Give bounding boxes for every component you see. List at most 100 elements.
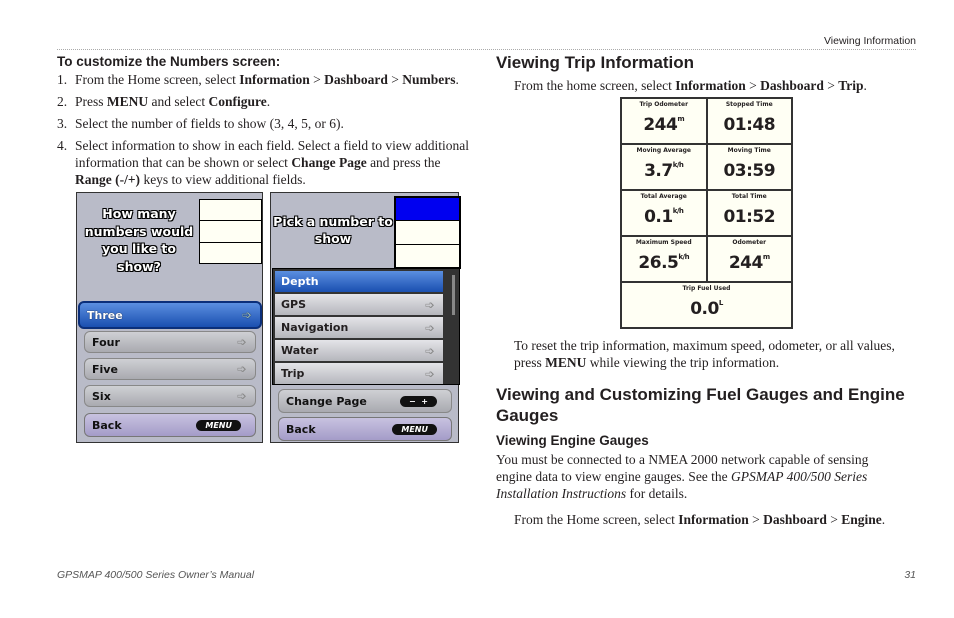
procedure-heading: To customize the Numbers screen: (57, 54, 281, 69)
manual-page: Viewing Information To customize the Num… (0, 0, 954, 618)
bold-term: Range (-/+) (75, 172, 141, 187)
field-value: 244m (622, 115, 706, 135)
end: keys to view additional fields. (140, 172, 306, 187)
list-item-trip[interactable]: Trip ➩ (275, 363, 443, 384)
field-value: 26.5k/h (622, 253, 706, 273)
option-label: Three (87, 308, 123, 322)
arrow-right-icon: ➩ (424, 320, 435, 335)
value: 01:52 (723, 207, 776, 227)
text: From the Home screen, select (514, 512, 679, 527)
field-value: 3.7k/h (622, 161, 706, 181)
arrow-right-icon: ➩ (236, 389, 247, 403)
unit: k/h (678, 253, 690, 261)
list-item-gps[interactable]: GPS ➩ (275, 294, 443, 315)
option-three[interactable]: Three ➩ (78, 301, 262, 329)
header-rule (57, 49, 916, 50)
bold-term: Information (675, 78, 746, 93)
step-text: Select the number of fields to show (3, … (75, 116, 344, 131)
field-value: 01:48 (708, 115, 792, 135)
field-label: Total Time (731, 193, 767, 200)
list-scrollbar[interactable] (452, 275, 455, 315)
option-six[interactable]: Six ➩ (84, 385, 256, 407)
step-text: and select (148, 94, 209, 109)
bold-term: Trip (838, 78, 864, 93)
back-button[interactable]: Back MENU (278, 417, 452, 441)
section-heading-trip: Viewing Trip Information (496, 53, 695, 72)
unit: m (762, 253, 770, 261)
field-label: Total Average (640, 193, 687, 200)
end: . (455, 72, 459, 87)
page-number: 31 (904, 569, 916, 581)
bold-term: Dashboard (760, 78, 824, 93)
value: 0.0 (690, 299, 719, 319)
arrow-right-icon: ➩ (241, 308, 252, 322)
trip-field: Total Average 0.1k/h (622, 191, 706, 235)
text: for details. (626, 486, 688, 501)
numbers-count-screenshot: How many numbers would you like to show?… (76, 192, 263, 443)
trip-instructions: From the home screen, select Information… (514, 77, 867, 94)
sep: > (309, 72, 325, 87)
field-value: 03:59 (708, 161, 792, 181)
menu-key-badge: MENU (392, 423, 437, 435)
bold-term: Dashboard (763, 512, 827, 527)
trip-field: Moving Average 3.7k/h (622, 145, 706, 189)
field-label: Trip Fuel Used (682, 285, 731, 292)
end: . (863, 78, 867, 93)
trip-field: Odometer 244m (707, 237, 792, 281)
menu-key-badge: MENU (196, 419, 241, 431)
field-value: 0.1k/h (622, 207, 706, 227)
trip-field: Trip Odometer 244m (622, 99, 706, 143)
option-four[interactable]: Four ➩ (84, 331, 256, 353)
item-label: Trip (281, 367, 305, 380)
arrow-right-icon: ➩ (424, 366, 435, 381)
back-label: Back (92, 418, 122, 432)
option-five[interactable]: Five ➩ (84, 358, 256, 380)
unit: m (677, 115, 685, 123)
field-preview (199, 199, 262, 264)
list-item-depth[interactable]: Depth (275, 271, 443, 292)
value: 3.7 (644, 161, 673, 181)
option-label: Five (92, 362, 118, 376)
unit: k/h (672, 207, 684, 215)
trip-field: Total Time 01:52 (707, 191, 792, 235)
back-label: Back (286, 422, 316, 436)
arrow-right-icon: ➩ (424, 297, 435, 312)
screen-prompt: Pick a number to show (273, 214, 393, 246)
step-number: 1. (57, 72, 68, 87)
value: 0.1 (644, 207, 673, 227)
field-label: Odometer (732, 239, 767, 246)
change-page-button[interactable]: Change Page − + (278, 389, 452, 413)
field-label: Trip Odometer (639, 101, 689, 108)
item-label: GPS (281, 298, 307, 311)
option-label: Four (92, 335, 120, 349)
value: 03:59 (723, 161, 776, 181)
bold-term: Configure (208, 94, 267, 109)
change-page-label: Change Page (286, 394, 367, 408)
back-button[interactable]: Back MENU (84, 413, 256, 437)
field-label: Moving Time (727, 147, 771, 154)
arrow-right-icon: ➩ (236, 335, 247, 349)
bold-term: Information (678, 512, 749, 527)
field-value: 244m (708, 253, 792, 273)
option-label: Six (92, 389, 111, 403)
section-heading-fuel: Viewing and Customizing Fuel Gauges and … (496, 385, 905, 425)
sep: > (826, 512, 842, 527)
field-value: 01:52 (708, 207, 792, 227)
bold-term: Dashboard (324, 72, 388, 87)
minus-icon: − (409, 396, 416, 406)
arrow-right-icon: ➩ (236, 362, 247, 376)
field-label: Moving Average (636, 147, 692, 154)
bold-term: Information (239, 72, 310, 87)
list-item-water[interactable]: Water ➩ (275, 340, 443, 361)
unit: k/h (672, 161, 684, 169)
end: . (266, 94, 271, 109)
bold-term: Numbers (402, 72, 456, 87)
subheading-engine: Viewing Engine Gauges (496, 433, 649, 448)
list-item-navigation[interactable]: Navigation ➩ (275, 317, 443, 338)
trip-field: Trip Fuel Used 0.0L (622, 283, 791, 327)
pick-number-screenshot: Pick a number to show Depth GPS ➩ Navigat… (270, 192, 461, 443)
field-value: 0.0L (622, 299, 791, 319)
engine-instructions: From the Home screen, select Information… (514, 511, 885, 528)
sep: > (745, 78, 761, 93)
bold-term: MENU (545, 355, 587, 370)
